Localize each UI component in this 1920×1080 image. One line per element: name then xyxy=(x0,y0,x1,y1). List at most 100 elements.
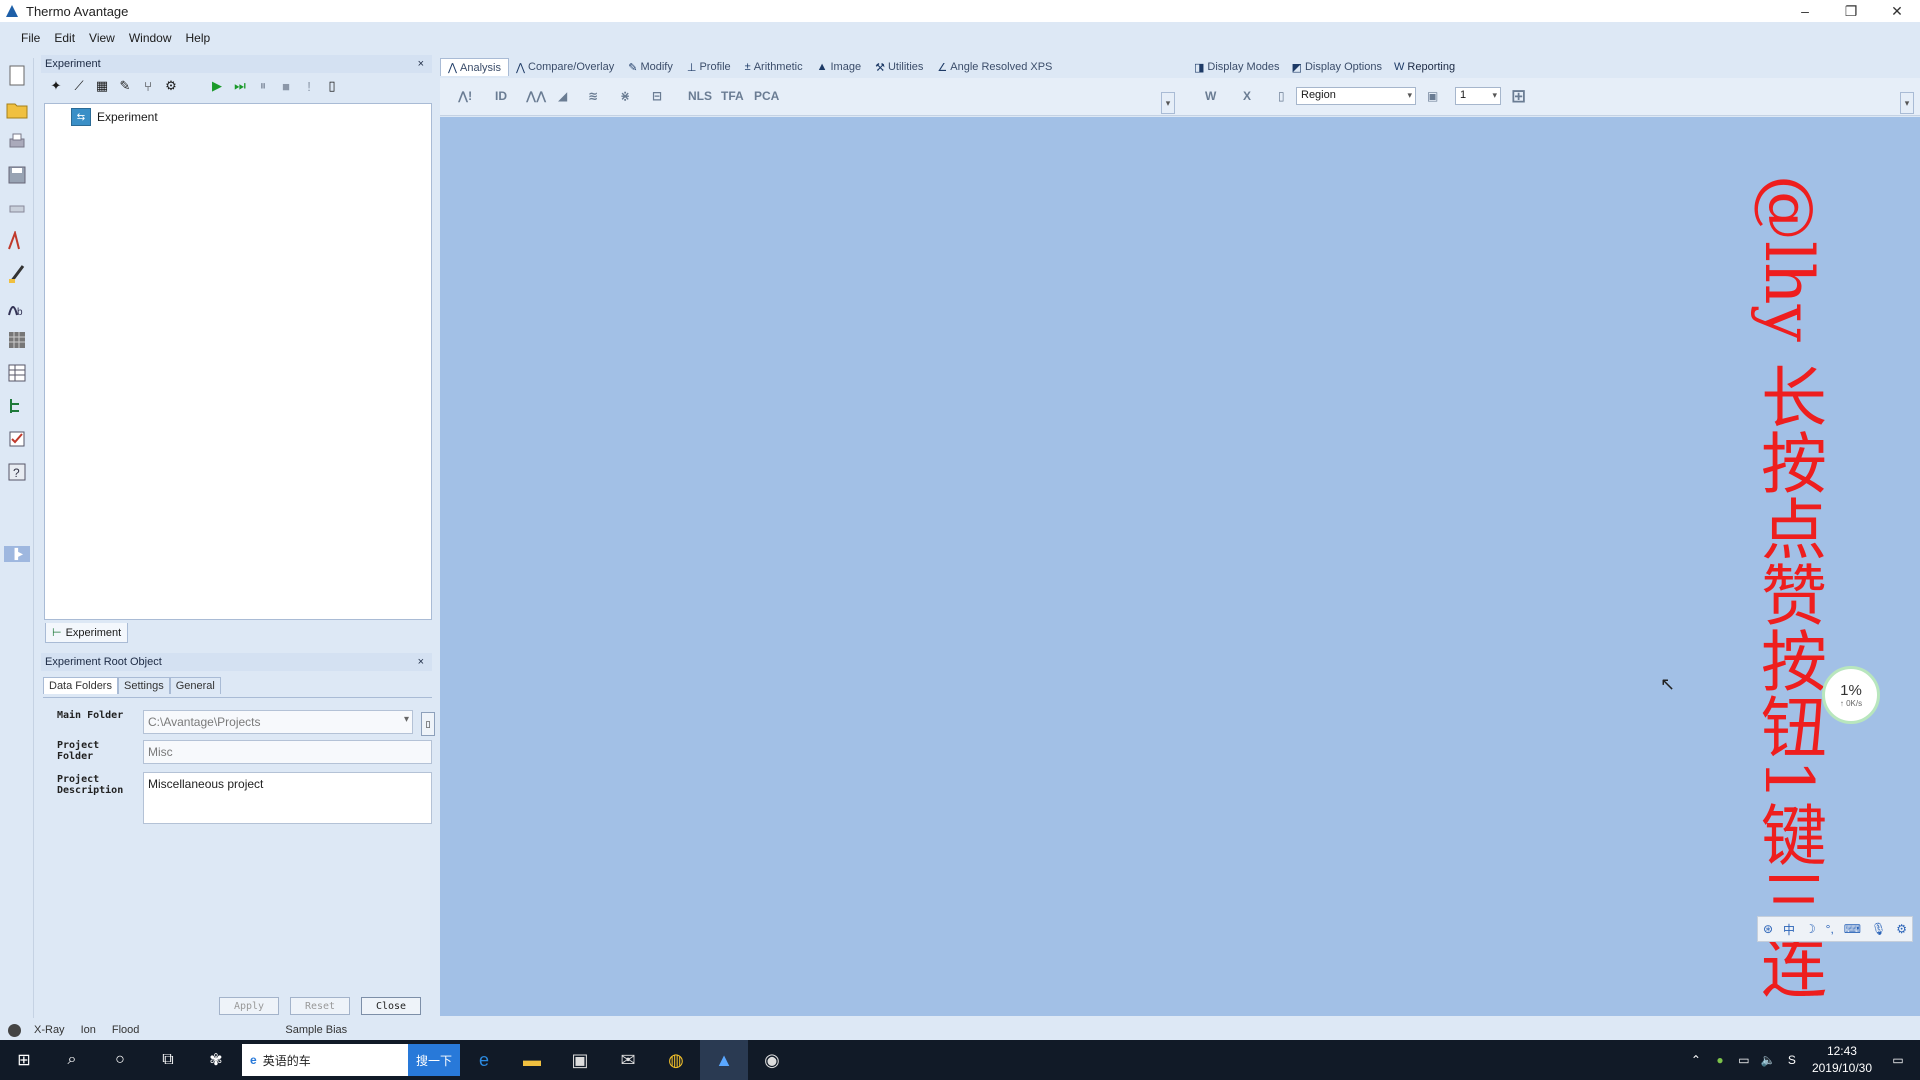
ime-mic-icon[interactable]: 🎙 xyxy=(1871,922,1886,936)
tab-general[interactable]: General xyxy=(169,677,221,694)
fit-peaks-icon[interactable]: ⋇ xyxy=(620,86,630,106)
number-select[interactable]: 1 ▾ xyxy=(1455,87,1501,105)
network-icon[interactable]: ▭ xyxy=(1732,1053,1756,1067)
tab-analysis[interactable]: ⋀ Analysis xyxy=(440,58,509,76)
menu-view[interactable]: View xyxy=(82,31,122,45)
checklist-icon[interactable] xyxy=(4,426,30,452)
minimize-button[interactable]: – xyxy=(1782,0,1828,22)
ime-logo-icon[interactable]: ⊛ xyxy=(1763,922,1773,936)
store-icon[interactable]: ▣ xyxy=(556,1040,604,1080)
tab-data-folders[interactable]: Data Folders xyxy=(43,677,118,694)
clipboard-icon[interactable]: ▯ xyxy=(1278,86,1285,106)
region-info-icon[interactable]: ▣ xyxy=(1427,86,1438,106)
branch-icon[interactable]: ⑂ xyxy=(139,77,157,95)
menu-edit[interactable]: Edit xyxy=(47,31,82,45)
ime-settings-icon[interactable]: ⚙ xyxy=(1896,922,1907,936)
experiment-tree[interactable]: ⇆ Experiment xyxy=(44,103,432,620)
region-select[interactable]: Region ▾ xyxy=(1296,87,1416,105)
nls-button[interactable]: NLS xyxy=(688,86,712,106)
play-all-icon[interactable]: ⏭ xyxy=(231,77,249,95)
expand-toolbar-button[interactable]: ▐▸ xyxy=(4,546,30,562)
peak-fit-icon[interactable]: ⋀⋀ xyxy=(526,86,546,106)
line-icon[interactable]: ⟋ xyxy=(70,77,88,95)
menu-file[interactable]: File xyxy=(14,31,47,45)
chevron-down-icon[interactable]: ▾ xyxy=(404,714,409,725)
ime-keyboard-icon[interactable]: ⌨ xyxy=(1844,922,1861,936)
cortana-icon[interactable]: ○ xyxy=(96,1040,144,1080)
chevron-up-icon[interactable]: ⌃ xyxy=(1684,1053,1708,1067)
grid-icon[interactable] xyxy=(4,327,30,353)
chrome-icon[interactable]: ◍ xyxy=(652,1040,700,1080)
annotate-peak-icon[interactable]: b xyxy=(4,294,30,320)
ribbon-right-overflow-button[interactable]: ▾ xyxy=(1900,92,1914,114)
tree-view-icon[interactable] xyxy=(4,393,30,419)
main-workspace[interactable] xyxy=(440,117,1920,1016)
tab-compare-overlay[interactable]: ⋀ Compare/Overlay xyxy=(509,58,621,76)
stop-icon[interactable]: ■ xyxy=(277,77,295,95)
save-icon[interactable] xyxy=(4,162,30,188)
matrix-icon[interactable]: ▦ xyxy=(93,77,111,95)
app-logo-icon[interactable]: ✾ xyxy=(192,1040,240,1080)
root-panel-close-icon[interactable]: × xyxy=(418,656,424,668)
tile-view-icon[interactable]: ⊞ xyxy=(1511,86,1526,106)
file-explorer-icon[interactable]: ▬ xyxy=(508,1040,556,1080)
new-file-icon[interactable] xyxy=(4,63,30,89)
tab-modify[interactable]: ✎ Modify xyxy=(621,58,680,76)
volume-icon[interactable]: 🔈 xyxy=(1756,1053,1780,1067)
ime-moon-icon[interactable]: ☽ xyxy=(1805,922,1816,936)
tab-display-options[interactable]: ◩ Display Options xyxy=(1286,58,1388,76)
apply-button[interactable]: Apply xyxy=(219,997,279,1015)
background-icon[interactable]: ⊟ xyxy=(652,86,662,106)
notification-icon[interactable]: ▭ xyxy=(1886,1053,1910,1067)
smooth-icon[interactable]: ≋ xyxy=(588,86,598,106)
peak-id-button[interactable]: ID xyxy=(495,86,507,106)
alert-icon[interactable]: ! xyxy=(300,77,318,95)
ribbon-overflow-button[interactable]: ▾ xyxy=(1161,92,1175,114)
pca-button[interactable]: PCA xyxy=(754,86,779,106)
open-folder-icon[interactable] xyxy=(4,96,30,122)
x-axis-icon[interactable]: X xyxy=(1243,86,1251,106)
project-description-field[interactable]: Miscellaneous project xyxy=(143,772,432,824)
tab-arithmetic[interactable]: ± Arithmetic xyxy=(738,58,810,76)
tfa-button[interactable]: TFA xyxy=(721,86,744,106)
book-icon[interactable]: ▯ xyxy=(323,77,341,95)
system-clock[interactable]: 12:43 2019/10/30 xyxy=(1812,1043,1872,1077)
edge-icon[interactable]: e xyxy=(460,1040,508,1080)
tab-reporting[interactable]: W Reporting xyxy=(1388,58,1461,76)
network-speed-widget[interactable]: 1% ↑ 0K/s xyxy=(1822,666,1880,724)
chevron-down-icon[interactable]: ▾ xyxy=(1492,90,1497,101)
tab-utilities[interactable]: ⚒ Utilities xyxy=(868,58,930,76)
spectrum-peak-icon[interactable] xyxy=(4,228,30,254)
tray-app-icon[interactable]: ● xyxy=(1708,1053,1732,1067)
play-icon[interactable]: ▶ xyxy=(208,77,226,95)
mail-icon[interactable]: ✉ xyxy=(604,1040,652,1080)
restore-button[interactable]: ❐ xyxy=(1828,0,1874,22)
experiment-panel-close-icon[interactable]: × xyxy=(418,58,424,70)
help-icon[interactable]: ? xyxy=(4,459,30,485)
pause-icon[interactable]: ⏸ xyxy=(254,77,272,95)
taskbar-search-input[interactable]: e 英语的车 xyxy=(242,1044,408,1076)
windows-start-icon[interactable]: ⊞ xyxy=(0,1040,48,1080)
obs-icon[interactable]: ◉ xyxy=(748,1040,796,1080)
experiment-panel-tab[interactable]: ⊢ Experiment xyxy=(45,623,129,643)
add-icon[interactable]: ✦ xyxy=(47,77,65,95)
peak-area-icon[interactable]: ◢ xyxy=(558,86,567,106)
ime-punct-icon[interactable]: °, xyxy=(1826,922,1834,936)
close-button[interactable]: Close xyxy=(361,997,421,1015)
tab-angle-resolved-xps[interactable]: ∠ Angle Resolved XPS xyxy=(930,58,1059,76)
close-window-button[interactable]: ✕ xyxy=(1874,0,1920,22)
print-icon[interactable] xyxy=(4,129,30,155)
menu-help[interactable]: Help xyxy=(179,31,218,45)
avantage-taskbar-icon[interactable]: ▲ xyxy=(700,1040,748,1080)
peak-label-icon[interactable]: ⋀! xyxy=(458,86,472,106)
tab-display-modes[interactable]: ◨ Display Modes xyxy=(1188,58,1286,76)
taskbar-search-button[interactable]: 搜一下 xyxy=(408,1044,460,1076)
tree-node-experiment[interactable]: ⇆ Experiment xyxy=(71,108,158,126)
chevron-down-icon[interactable]: ▾ xyxy=(1407,90,1412,101)
menu-window[interactable]: Window xyxy=(122,31,179,45)
settings-gear-icon[interactable]: ⚙ xyxy=(162,77,180,95)
table-icon[interactable] xyxy=(4,360,30,386)
eraser-icon[interactable] xyxy=(4,195,30,221)
tab-image[interactable]: ▲ Image xyxy=(810,58,868,76)
weight-icon[interactable]: W xyxy=(1205,86,1216,106)
